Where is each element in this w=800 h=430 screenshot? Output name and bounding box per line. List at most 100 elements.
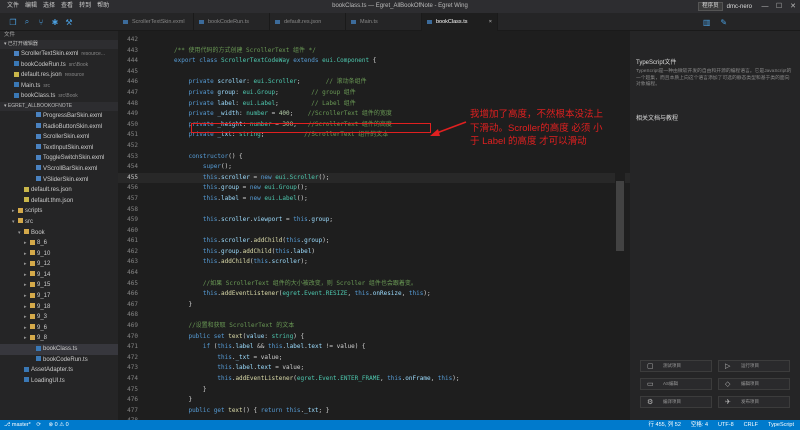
tree-item[interactable]: ToggleSwitchSkin.exml [0,153,118,164]
close-window-icon[interactable]: ✕ [786,0,800,13]
code-line[interactable]: 474 this.addEventListener(egret.Event.EN… [118,374,630,385]
code-line[interactable]: 469 //设置和获取 ScrollerText 的文本 [118,321,630,332]
tree-item[interactable]: ▸ 9_15 [0,280,118,291]
code-line[interactable]: 443 /** 使用代码的方式创建 ScrollerText 组件 */ [118,46,630,57]
tree-item[interactable]: ScrollerSkin.exml [0,132,118,143]
problems-indicator[interactable]: ⊗ 0 ⚠ 0 [49,422,69,428]
code-line[interactable]: 473 this.label.text = value; [118,363,630,374]
code-line[interactable]: 464 [118,268,630,279]
tree-item[interactable]: ▸ 8_6 [0,238,118,249]
user-name[interactable]: dmc-nero [727,4,752,10]
project-section[interactable]: ▾ EGRET_ALLBOOKOFNOTE [0,101,118,111]
action-button[interactable]: ▭ AS编辑 [640,378,712,390]
menu-item[interactable]: 转到 [76,0,94,13]
code-line[interactable]: 465 //如果 ScrollerText 组件的大小被改变，则 Scrolle… [118,279,630,290]
code-line[interactable]: 447 private group: eui.Group; // group 组… [118,88,630,99]
tree-item[interactable]: ▸ 9_12 [0,259,118,270]
minimize-icon[interactable]: — [758,0,772,13]
role-selector[interactable]: 程序员 [698,2,723,11]
tree-item[interactable]: TextInputSkin.exml [0,143,118,154]
tab-main-ts[interactable]: Main.ts [346,13,422,31]
tree-item[interactable]: bookClass.ts [0,344,118,355]
search-icon[interactable]: ⌕ [20,17,34,27]
tab-bookclass-ts[interactable]: bookClass.ts × [422,13,498,31]
git-icon[interactable]: ⑂ [34,18,48,27]
code-line[interactable]: 470 public set text(value: string) { [118,332,630,343]
branch-indicator[interactable]: ⎇ master* [4,422,31,428]
tree-item[interactable]: ▸ 9_10 [0,249,118,260]
menu-item[interactable]: 帮助 [94,0,112,13]
tree-item[interactable]: ▸ 9_8 [0,333,118,344]
code-line[interactable]: 460 [118,226,630,237]
tree-item[interactable]: ▸ scripts [0,206,118,217]
open-editor-item[interactable]: ScrollerTextSkin.exml resource... [0,49,118,60]
tree-item[interactable]: default.thm.json [0,196,118,207]
action-button[interactable]: ▷ 运行项目 [718,360,790,372]
tab-default-res-json[interactable]: default.res.json [270,13,346,31]
tree-item[interactable]: AssetAdapter.ts [0,365,118,376]
open-editor-item[interactable]: bookCodeRun.ts src\Book [0,60,118,71]
code-line[interactable]: 456 this.group = new eui.Group(); [118,183,630,194]
open-editors-section[interactable]: ▾ 已打开编辑器 [0,40,118,49]
tree-item[interactable]: default.res.json [0,185,118,196]
sync-icon[interactable]: ⟳ [36,422,41,428]
code-line[interactable]: 458 [118,205,630,216]
indentation[interactable]: 空格: 4 [691,420,708,430]
code-line[interactable]: 476 } [118,395,630,406]
code-lines[interactable]: 442 443/** 使用代码的方式创建 ScrollerText 组件 */44… [118,35,630,420]
editor-scrollbar[interactable] [615,31,625,420]
brush-icon[interactable]: ✎ [720,18,727,27]
code-line[interactable]: 446 private scroller: eui.Scroller; // 滚… [118,77,630,88]
tree-item[interactable]: ▸ 9_3 [0,312,118,323]
open-editor-item[interactable]: Main.ts src [0,81,118,92]
open-editor-item[interactable]: bookClass.ts src\Book [0,91,118,102]
menu-item[interactable]: 选择 [40,0,58,13]
tree-item[interactable]: bookCodeRun.ts [0,355,118,366]
close-tab-icon[interactable]: × [489,13,492,31]
tree-item[interactable]: LoadingUI.ts [0,376,118,387]
tree-item[interactable]: VSliderSkin.exml [0,175,118,186]
tab-scrollertextskin-exml[interactable]: ScrollerTextSkin.exml [118,13,194,31]
tree-item[interactable]: ▸ 9_6 [0,323,118,334]
code-line[interactable]: 457 this.label = new eui.Label(); [118,194,630,205]
code-line[interactable]: 455 this.scroller = new eui.Scroller(); [118,172,630,184]
action-button[interactable]: ✈ 发布项目 [718,396,790,408]
code-line[interactable]: 475 } [118,385,630,396]
code-line[interactable]: 453 constructor() { [118,152,630,163]
cursor-position[interactable]: 行 455, 列 52 [649,420,681,430]
code-line[interactable]: 466 this.addEventListener(egret.Event.RE… [118,289,630,300]
tree-item[interactable]: ▸ 9_17 [0,291,118,302]
code-line[interactable]: 471 if (this.label && this.label.text !=… [118,342,630,353]
code-line[interactable]: 462 this.group.addChild(this.label) [118,247,630,258]
menu-item[interactable]: 编辑 [22,0,40,13]
code-line[interactable]: 444 export class ScrollerTextCodeWay exte… [118,56,630,67]
code-line[interactable]: 472 this._txt = value; [118,353,630,364]
scrollbar-thumb[interactable] [616,181,624,251]
code-line[interactable]: 454 super(); [118,162,630,173]
menu-item[interactable]: 查看 [58,0,76,13]
code-line[interactable]: 445 [118,67,630,78]
open-editor-item[interactable]: default.res.json resource [0,70,118,81]
tree-item[interactable]: ▾ Book [0,228,118,239]
tree-item[interactable]: ▾ src [0,217,118,228]
code-line[interactable]: 461 this.scroller.addChild(this.group); [118,236,630,247]
code-line[interactable]: 459 this.scroller.viewport = this.group; [118,215,630,226]
encoding[interactable]: UTF-8 [718,420,734,430]
action-button[interactable]: ⚙ 编译项目 [640,396,712,408]
line-ending[interactable]: CRLF [744,420,758,430]
code-line[interactable]: 467 } [118,300,630,311]
code-line[interactable]: 468 [118,310,630,321]
action-button[interactable]: ▢ 测试项目 [640,360,712,372]
language-mode[interactable]: TypeScript [768,420,794,430]
code-line[interactable]: 442 [118,35,630,46]
book-icon[interactable]: ▥ [703,18,711,27]
extensions-icon[interactable]: ⚒ [62,18,76,27]
tree-item[interactable]: VScrollBarSkin.exml [0,164,118,175]
action-button[interactable]: ◇ 编辑项目 [718,378,790,390]
copy-icon[interactable]: ❐ [6,18,20,27]
code-line[interactable]: 477 public get text() { return this._txt… [118,406,630,417]
menu-item[interactable]: 文件 [4,0,22,13]
maximize-icon[interactable]: ☐ [772,0,786,13]
tree-item[interactable]: ▸ 9_18 [0,302,118,313]
tree-item[interactable]: ProgressBarSkin.exml [0,111,118,122]
